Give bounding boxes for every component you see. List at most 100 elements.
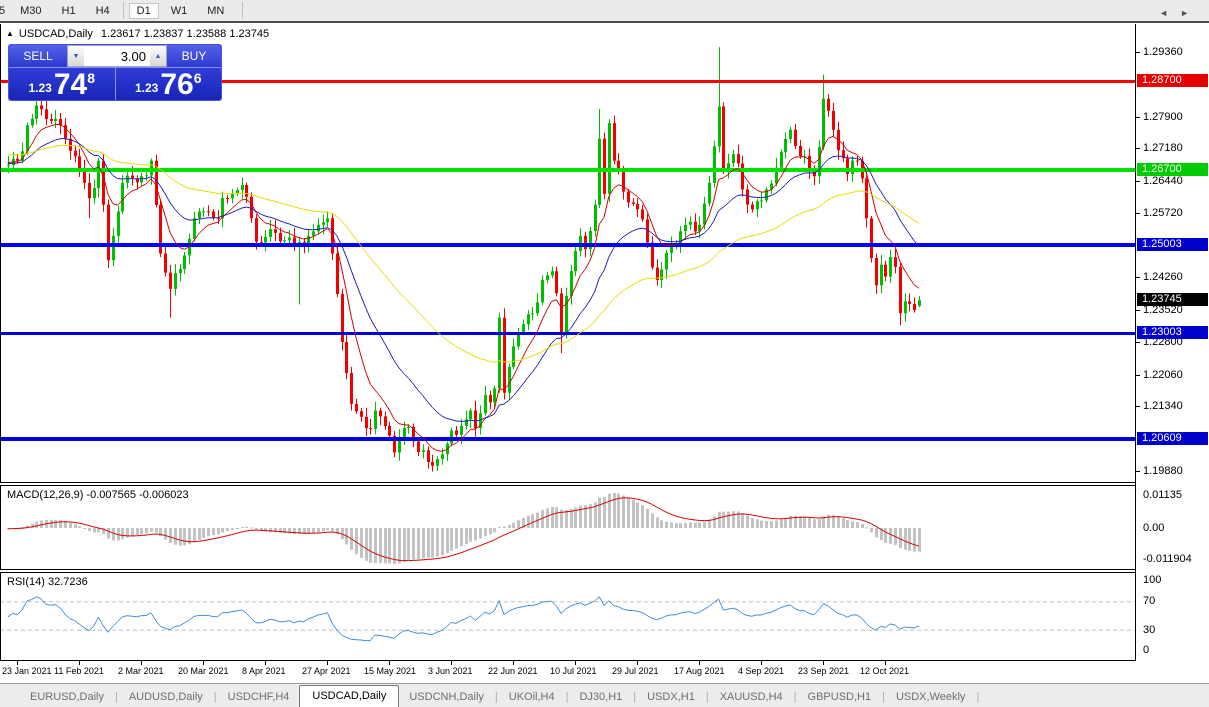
chart-tab-ukoil-h4[interactable]: UKOil,H4 bbox=[499, 687, 565, 707]
price-tick-mark bbox=[1136, 471, 1140, 472]
tab-scroll-arrows: ◄► bbox=[1159, 8, 1201, 18]
timeframe-toolbar: 5M30 H1H4 D1W1MN bbox=[0, 0, 1209, 21]
tab-scroll-left-icon[interactable]: ◄ bbox=[1159, 8, 1180, 18]
price-tick-label: 1.24260 bbox=[1143, 271, 1183, 283]
chart-tab-bar: EURUSD,Daily|AUDUSD,Daily|USDCHF,H4USDCA… bbox=[0, 683, 1209, 707]
date-tick-mark bbox=[575, 661, 576, 665]
sell-price-big: 74 bbox=[54, 72, 87, 98]
tab-separator: | bbox=[975, 691, 980, 707]
buy-button[interactable]: BUY bbox=[167, 45, 221, 67]
chart-tab-dj30-h1[interactable]: DJ30,H1 bbox=[569, 687, 632, 707]
sell-button[interactable]: SELL bbox=[9, 45, 67, 67]
price-tick-mark bbox=[1136, 277, 1140, 278]
pane-separator[interactable] bbox=[0, 569, 1209, 570]
date-tick-mark bbox=[637, 661, 638, 665]
timeframe-button-m30[interactable]: M30 bbox=[12, 3, 49, 19]
price-axis[interactable]: 1.29360 1.27900 1.27180 1.26440 1.25720 1.242… bbox=[1135, 24, 1209, 661]
rsi-axis-label: 30 bbox=[1143, 624, 1155, 636]
date-tick-mark bbox=[761, 661, 762, 665]
date-tick-label: 15 May 2021 bbox=[364, 666, 416, 676]
chart-tab-gbpusd-h1[interactable]: GBPUSD,H1 bbox=[798, 687, 882, 707]
sell-price-box[interactable]: 1.23 74 8 bbox=[9, 68, 116, 100]
date-tick-label: 23 Sep 2021 bbox=[798, 666, 849, 676]
macd-axis-label: 0.00 bbox=[1143, 522, 1164, 534]
price-tick-mark bbox=[1136, 181, 1140, 182]
buy-price-big: 76 bbox=[160, 72, 193, 98]
price-tick-label: 1.25720 bbox=[1143, 207, 1183, 219]
trade-prices-row: 1.23 74 8 1.23 76 6 bbox=[9, 68, 221, 100]
date-axis[interactable]: 23 Jan 202111 Feb 20212 Mar 202120 Mar 2… bbox=[0, 661, 1209, 683]
buy-price-small: 1.23 bbox=[135, 81, 158, 95]
volume-input[interactable] bbox=[84, 46, 150, 66]
chart-ohlc-values: 1.23617 1.23837 1.23588 1.23745 bbox=[101, 28, 269, 40]
price-tick-label: 1.27180 bbox=[1143, 142, 1183, 154]
price-tick-label: 1.26440 bbox=[1143, 175, 1183, 187]
date-tick-label: 8 Apr 2021 bbox=[242, 666, 286, 676]
macd-axis-label: -0.011904 bbox=[1143, 553, 1192, 565]
level-price-badge: 1.20609 bbox=[1137, 432, 1208, 445]
sell-price-small: 1.23 bbox=[28, 81, 51, 95]
date-tick-mark bbox=[265, 661, 266, 665]
pane-separator bbox=[0, 572, 1209, 573]
mt4-window: 5M30 H1H4 D1W1MN ▲ USDCAD,Daily 1.23617 1.… bbox=[0, 0, 1209, 707]
date-tick-label: 11 Feb 2021 bbox=[54, 666, 104, 676]
date-tick-label: 17 Aug 2021 bbox=[674, 666, 725, 676]
volume-increase-icon[interactable]: ▲ bbox=[150, 46, 166, 66]
date-tick-label: 22 Jun 2021 bbox=[488, 666, 538, 676]
pane-separator bbox=[0, 660, 1209, 661]
date-tick-mark bbox=[823, 661, 824, 665]
date-tick-mark bbox=[79, 661, 80, 665]
trade-controls-row: SELL ▼ ▲ BUY bbox=[9, 45, 221, 68]
buy-price-box[interactable]: 1.23 76 6 bbox=[116, 68, 222, 100]
price-tick-mark bbox=[1136, 52, 1140, 53]
timeframe-button-w1[interactable]: W1 bbox=[163, 3, 196, 19]
timeframe-button-h4[interactable]: H4 bbox=[88, 3, 118, 19]
date-tick-mark bbox=[451, 661, 452, 665]
chart-tab-usdx-h1[interactable]: USDX,H1 bbox=[637, 687, 705, 707]
date-tick-mark bbox=[327, 661, 328, 665]
chart-tab-usdcnh-daily[interactable]: USDCNH,Daily bbox=[399, 687, 494, 707]
chart-tab-eurusd-daily[interactable]: EURUSD,Daily bbox=[20, 687, 114, 707]
price-tick-mark bbox=[1136, 406, 1140, 407]
timeframe-button-h1[interactable]: H1 bbox=[54, 3, 84, 19]
tab-scroll-right-icon[interactable]: ► bbox=[1180, 8, 1201, 18]
rsi-axis-label: 70 bbox=[1143, 595, 1155, 607]
price-tick-mark bbox=[1136, 213, 1140, 214]
timeframe-button-d1[interactable]: D1 bbox=[129, 3, 159, 19]
date-tick-mark bbox=[885, 661, 886, 665]
chart-tab-usdcad-daily[interactable]: USDCAD,Daily bbox=[299, 685, 399, 707]
date-tick-label: 29 Jul 2021 bbox=[612, 666, 659, 676]
timeframe-button-5[interactable]: 5 bbox=[0, 3, 8, 19]
pane-separator[interactable] bbox=[0, 482, 1209, 483]
price-tick-label: 1.21340 bbox=[1143, 400, 1183, 412]
price-tick-label: 1.22060 bbox=[1143, 369, 1183, 381]
sell-price-sup: 8 bbox=[87, 70, 95, 86]
rsi-axis-label: 100 bbox=[1143, 574, 1161, 586]
price-tick-label: 1.29360 bbox=[1143, 46, 1183, 58]
timeframe-button-mn[interactable]: MN bbox=[199, 3, 232, 19]
toolbar-separator bbox=[242, 2, 243, 19]
date-tick-mark bbox=[17, 661, 18, 665]
date-tick-label: 12 Oct 2021 bbox=[860, 666, 909, 676]
volume-decrease-icon[interactable]: ▼ bbox=[68, 46, 84, 66]
chart-tab-usdchf-h4[interactable]: USDCHF,H4 bbox=[218, 687, 300, 707]
price-tick-mark bbox=[1136, 342, 1140, 343]
pane-separator bbox=[0, 485, 1209, 486]
date-tick-label: 2 Mar 2021 bbox=[118, 666, 164, 676]
chart-title: ▲ USDCAD,Daily 1.23617 1.23837 1.23588 1… bbox=[6, 27, 269, 40]
level-price-badge: 1.28700 bbox=[1137, 74, 1208, 87]
rsi-axis-label: 0 bbox=[1143, 644, 1149, 656]
chart-tab-xauusd-h4[interactable]: XAUUSD,H4 bbox=[710, 687, 793, 707]
chart-tab-audusd-daily[interactable]: AUDUSD,Daily bbox=[119, 687, 213, 707]
rsi-pane-canvas[interactable] bbox=[0, 572, 1136, 660]
price-tick-label: 1.27900 bbox=[1143, 111, 1183, 123]
price-tick-mark bbox=[1136, 310, 1140, 311]
level-price-badge: 1.25003 bbox=[1137, 238, 1208, 251]
price-tick-mark bbox=[1136, 117, 1140, 118]
price-tick-mark bbox=[1136, 375, 1140, 376]
collapse-panel-icon[interactable]: ▲ bbox=[6, 29, 14, 38]
window-frame bbox=[0, 21, 1209, 23]
volume-stepper: ▼ ▲ bbox=[67, 45, 167, 67]
rsi-label: RSI(14) 32.7236 bbox=[7, 576, 88, 588]
chart-tab-usdx-weekly[interactable]: USDX,Weekly bbox=[886, 687, 975, 707]
